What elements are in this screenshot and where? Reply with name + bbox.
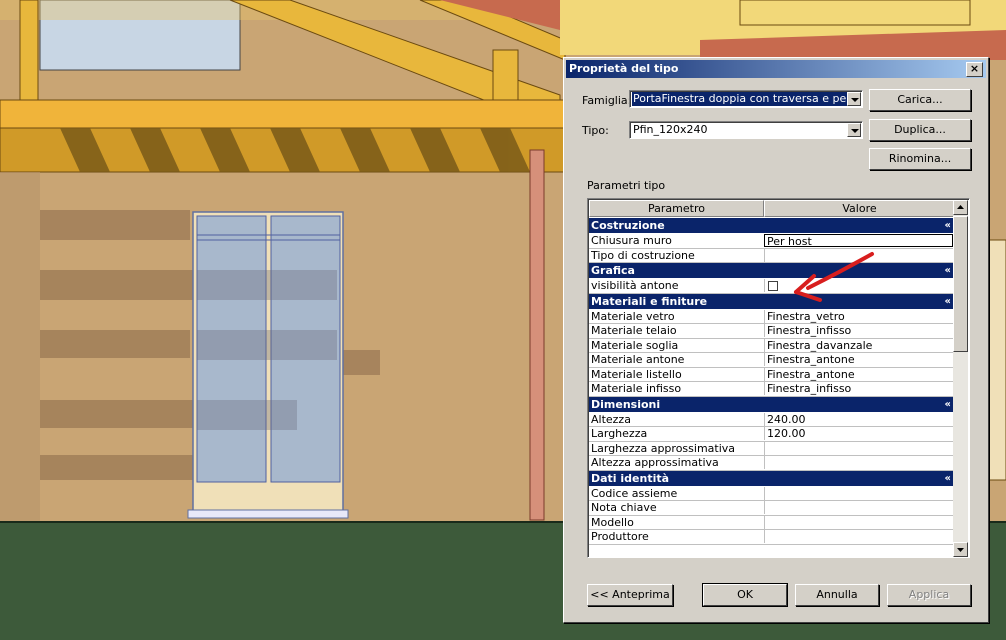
table-row[interactable]: Altezza 240.00 <box>589 412 955 427</box>
parameter-name: Tipo di costruzione <box>591 248 695 262</box>
scroll-up-icon[interactable] <box>953 200 968 215</box>
parametri-tipo-label: Parametri tipo <box>587 179 666 192</box>
parameter-name: Altezza <box>591 412 631 426</box>
parameter-value[interactable]: Finestra_antone <box>764 367 953 381</box>
tipo-value: Pfin_120x240 <box>633 123 708 136</box>
section-title: Dimensioni <box>591 397 661 411</box>
parameter-value[interactable] <box>764 515 953 529</box>
anteprima-button[interactable]: << Anteprima <box>587 584 673 606</box>
section-title: Costruzione <box>591 219 665 232</box>
table-row[interactable]: Altezza approssimativa <box>589 456 955 471</box>
table-row[interactable]: Modello <box>589 515 955 530</box>
parameter-name: visibilità antone <box>591 279 679 292</box>
vertical-scrollbar[interactable] <box>953 200 968 557</box>
chevron-down-icon[interactable] <box>847 123 861 137</box>
table-row[interactable]: Larghezza approssimativa <box>589 441 955 456</box>
red-arrow-icon <box>794 252 874 302</box>
table-row[interactable]: Codice assieme <box>589 486 955 501</box>
section-header[interactable]: Dati identità « <box>589 470 955 487</box>
parameter-name: Modello <box>591 515 634 529</box>
section-title: Grafica <box>591 264 635 277</box>
parameter-name: Materiale vetro <box>591 309 675 323</box>
table-row[interactable]: Chiusura muro Per host <box>589 234 955 249</box>
parameter-value[interactable] <box>764 486 953 500</box>
parameter-name: Produttore <box>591 530 649 543</box>
collapse-chevron-icon[interactable]: « <box>945 397 951 413</box>
parameter-value[interactable]: Per host <box>764 234 953 247</box>
parameter-value[interactable] <box>764 441 953 455</box>
section-header[interactable]: Costruzione « <box>589 218 955 234</box>
parameter-value[interactable] <box>764 501 953 514</box>
table-row[interactable]: Materiale infisso Finestra_infisso <box>589 382 955 397</box>
collapse-chevron-icon[interactable]: « <box>945 471 951 487</box>
duplica-button[interactable]: Duplica... <box>869 119 971 141</box>
dialog-titlebar[interactable]: Proprietà del tipo × <box>566 60 986 78</box>
parameter-name: Materiale soglia <box>591 338 679 352</box>
chevron-down-icon[interactable] <box>847 92 861 106</box>
parameter-name: Nota chiave <box>591 501 657 514</box>
dialog-title: Proprietà del tipo <box>569 62 679 75</box>
table-row[interactable]: Produttore <box>589 530 955 545</box>
table-row[interactable]: Tipo di costruzione <box>589 248 955 263</box>
table-header: Parametro Valore <box>589 200 955 217</box>
famiglia-value: PortaFinestra doppia con traversa e pers… <box>632 92 848 106</box>
parameter-value[interactable]: Finestra_davanzale <box>764 338 953 352</box>
parameter-name: Materiale listello <box>591 367 682 381</box>
tipo-dropdown[interactable]: Pfin_120x240 <box>629 121 863 139</box>
tipo-label: Tipo: <box>582 124 609 137</box>
collapse-chevron-icon[interactable]: « <box>945 294 951 310</box>
table-body: Costruzione « Chiusura muro Per host Tipo di… <box>589 218 955 545</box>
famiglia-dropdown[interactable]: PortaFinestra doppia con traversa e pers… <box>629 90 863 108</box>
applica-button[interactable]: Applica <box>887 584 971 606</box>
table-row[interactable]: Nota chiave <box>589 501 955 516</box>
parameter-value[interactable] <box>764 530 953 543</box>
famiglia-label: Famiglia: <box>582 94 632 107</box>
carica-button[interactable]: Carica... <box>869 89 971 111</box>
parameter-value[interactable]: Finestra_vetro <box>764 309 953 323</box>
collapse-chevron-icon[interactable]: « <box>945 263 951 279</box>
table-row[interactable]: Materiale antone Finestra_antone <box>589 353 955 368</box>
table-row[interactable]: Materiale telaio Finestra_infisso <box>589 324 955 339</box>
col-parametro-header[interactable]: Parametro <box>589 200 764 217</box>
ok-button[interactable]: OK <box>702 583 788 607</box>
section-header[interactable]: Grafica « <box>589 263 955 279</box>
parameter-name: Materiale telaio <box>591 324 677 337</box>
close-icon[interactable]: × <box>966 62 983 77</box>
parameter-name: Materiale antone <box>591 353 685 366</box>
annulla-button[interactable]: Annulla <box>795 584 879 606</box>
parameter-value[interactable]: 240.00 <box>764 412 953 426</box>
parameter-value[interactable]: 120.00 <box>764 427 953 440</box>
section-title: Dati identità <box>591 471 670 485</box>
rinomina-button[interactable]: Rinomina... <box>869 148 971 170</box>
table-row[interactable]: Materiale soglia Finestra_davanzale <box>589 338 955 353</box>
parameter-value[interactable]: Finestra_infisso <box>764 382 953 395</box>
table-row[interactable]: visibilità antone <box>589 279 955 294</box>
col-valore-header[interactable]: Valore <box>764 200 955 217</box>
parameter-name: Altezza approssimativa <box>591 456 719 469</box>
section-title: Materiali e finiture <box>591 294 708 308</box>
parameter-value[interactable]: Finestra_infisso <box>764 324 953 337</box>
collapse-chevron-icon[interactable]: « <box>945 218 951 234</box>
scroll-down-icon[interactable] <box>953 542 968 557</box>
parameter-name: Materiale infisso <box>591 382 682 395</box>
table-row[interactable]: Materiale listello Finestra_antone <box>589 367 955 382</box>
parameter-name: Codice assieme <box>591 486 678 500</box>
parameter-name: Chiusura muro <box>591 234 672 247</box>
table-row[interactable]: Materiale vetro Finestra_vetro <box>589 309 955 324</box>
parameter-name: Larghezza <box>591 427 648 440</box>
table-row[interactable]: Larghezza 120.00 <box>589 427 955 442</box>
parameter-value[interactable]: Finestra_antone <box>764 353 953 366</box>
section-header[interactable]: Dimensioni « <box>589 396 955 413</box>
parameter-name: Larghezza approssimativa <box>591 441 736 455</box>
section-header[interactable]: Materiali e finiture « <box>589 293 955 310</box>
parameter-value[interactable] <box>764 456 953 469</box>
visibility-checkbox[interactable] <box>768 281 778 291</box>
parameters-table[interactable]: Parametro Valore Costruzione «Chiusura mu… <box>587 198 970 558</box>
scroll-thumb[interactable] <box>953 216 968 352</box>
